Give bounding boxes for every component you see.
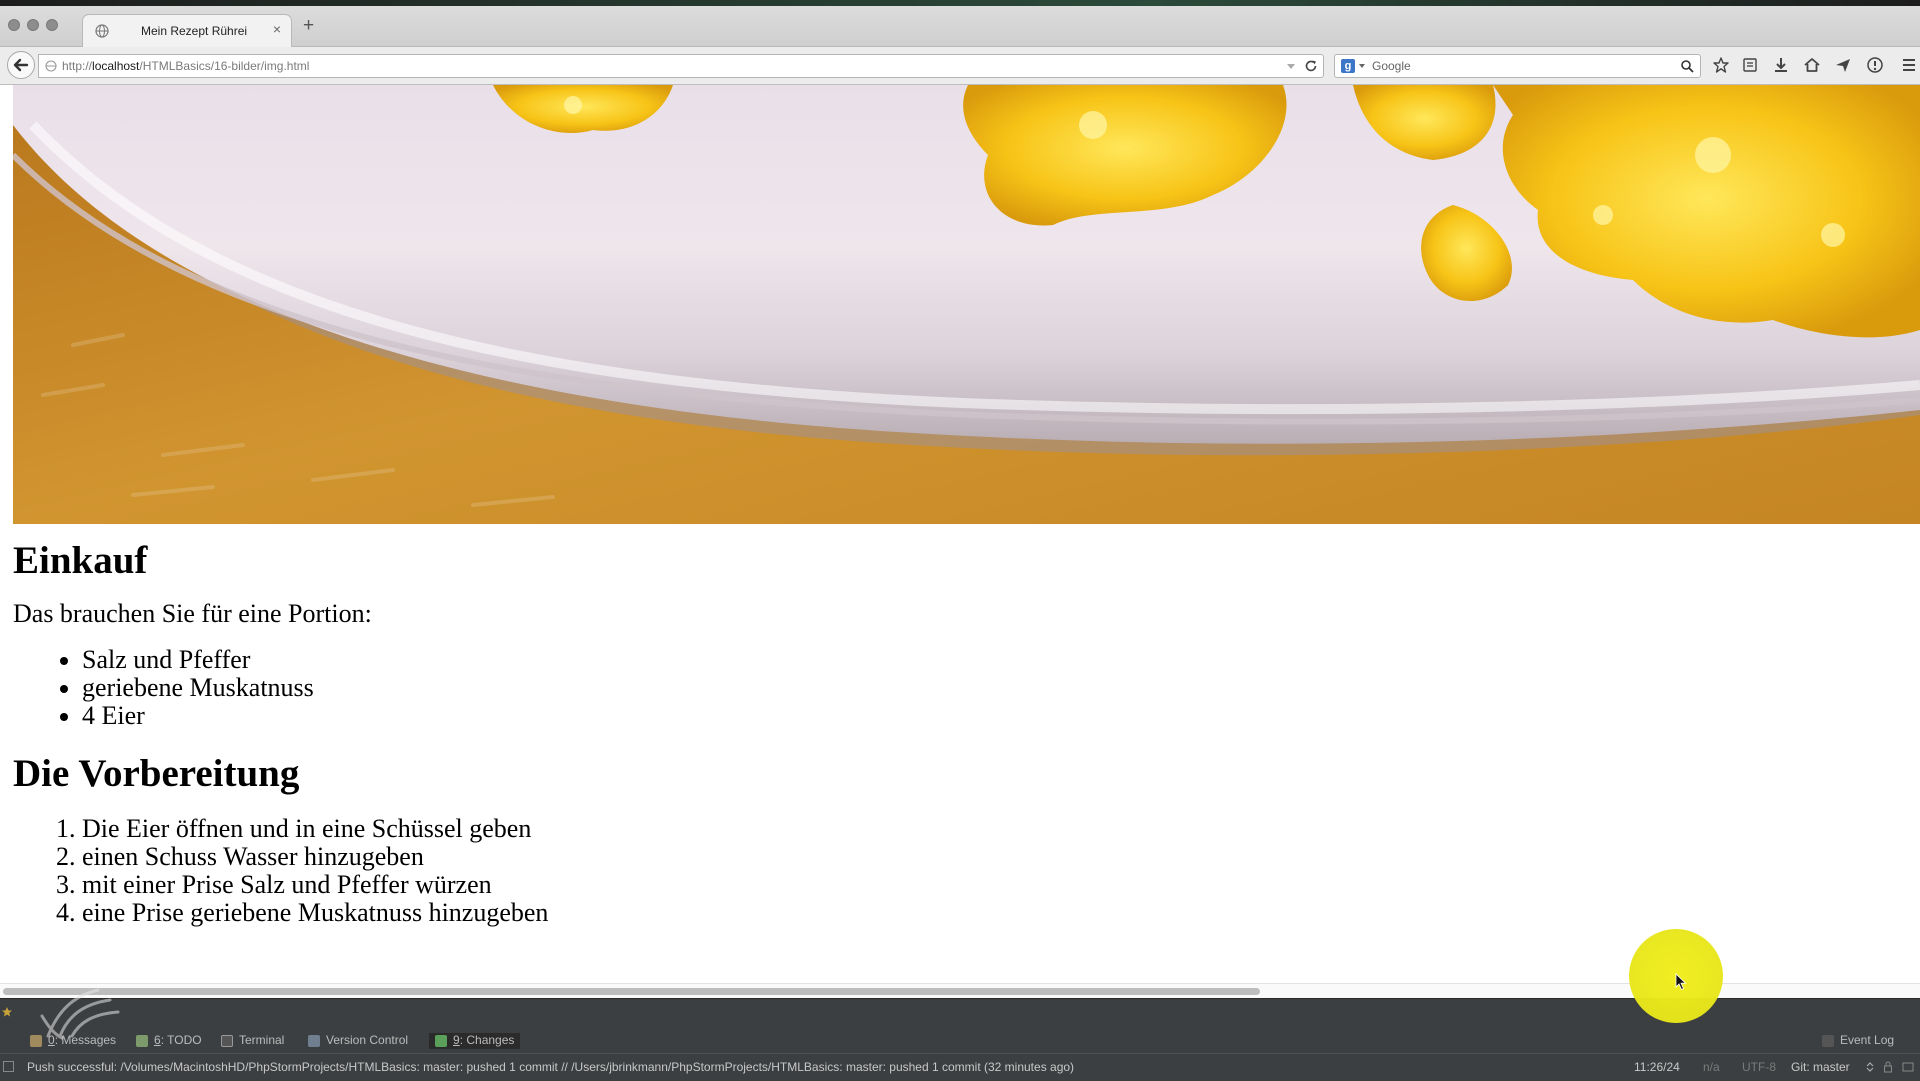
download-icon[interactable] xyxy=(1772,56,1790,74)
chevron-updown-icon[interactable] xyxy=(1865,1062,1875,1072)
tab-active[interactable]: Mein Rezept Rührei × xyxy=(82,14,292,48)
back-button[interactable] xyxy=(7,51,35,79)
window-minimize-button[interactable] xyxy=(27,19,39,31)
list-item: geriebene Muskatnuss xyxy=(82,674,682,702)
ide-tool-tabs: 0: Messages 6: TODO Terminal Version Con… xyxy=(0,1031,1920,1051)
list-item: mit einer Prise Salz und Pfeffer würzen xyxy=(82,871,982,899)
tab-title: Mein Rezept Rührei xyxy=(141,24,248,38)
favorites-star-icon[interactable] xyxy=(1,1006,13,1018)
intro-text: Das brauchen Sie für eine Portion: xyxy=(13,599,372,628)
info-icon[interactable] xyxy=(1866,56,1884,74)
line-separator[interactable]: n/a xyxy=(1703,1060,1720,1074)
history-dropdown-icon[interactable] xyxy=(1285,60,1297,72)
git-branch[interactable]: Git: master xyxy=(1791,1060,1850,1074)
status-message[interactable]: Push successful: /Volumes/MacintoshHD/Ph… xyxy=(27,1060,1074,1074)
browser-nav-bar: http://localhost/HTMLBasics/16-bilder/im… xyxy=(0,47,1920,85)
url-bar[interactable]: http://localhost/HTMLBasics/16-bilder/im… xyxy=(38,54,1324,78)
watermark-logo xyxy=(40,988,120,1040)
back-arrow-icon xyxy=(13,58,29,72)
ide-bottom-panel: 0: Messages 6: TODO Terminal Version Con… xyxy=(0,998,1920,1081)
lock-icon[interactable] xyxy=(1883,1061,1893,1073)
event-log-icon xyxy=(1822,1035,1834,1047)
new-tab-button[interactable]: + xyxy=(303,16,314,36)
close-tab-icon[interactable]: × xyxy=(273,21,281,37)
window-close-button[interactable] xyxy=(8,19,20,31)
menu-icon[interactable] xyxy=(1901,56,1915,74)
reload-icon[interactable] xyxy=(1304,59,1318,73)
scrambled-eggs-plate-image xyxy=(13,85,1920,524)
changes-icon xyxy=(435,1035,447,1047)
mouse-pointer-icon xyxy=(1675,973,1687,991)
url-text: http://localhost/HTMLBasics/16-bilder/im… xyxy=(62,59,310,73)
todo-icon xyxy=(136,1035,148,1047)
tab-todo[interactable]: 6: TODO xyxy=(136,1033,202,1049)
cursor-position[interactable]: 11:26/24 xyxy=(1634,1060,1680,1074)
bookmark-star-icon[interactable] xyxy=(1712,56,1730,74)
search-bar[interactable]: g Google xyxy=(1334,54,1701,78)
version-control-icon xyxy=(308,1035,320,1047)
search-input[interactable]: Google xyxy=(1372,59,1411,73)
heading-shopping: Einkauf xyxy=(13,539,148,582)
tab-version-control[interactable]: Version Control xyxy=(308,1033,408,1049)
list-item: Salz und Pfeffer xyxy=(82,646,682,674)
chevron-down-icon[interactable] xyxy=(1359,64,1365,68)
steps-list: Die Eier öffnen und in eine Schüssel geb… xyxy=(13,815,982,927)
ingredients-list: Salz und Pfeffer geriebene Muskatnuss 4 … xyxy=(13,646,682,730)
browser-tab-bar: Mein Rezept Rührei × + xyxy=(0,6,1920,48)
ide-tool-window-strip xyxy=(0,998,1920,1031)
tab-event-log[interactable]: Event Log xyxy=(1822,1033,1894,1049)
list-item: eine Prise geriebene Muskatnuss hinzugeb… xyxy=(82,899,982,927)
heading-prep: Die Vorbereitung xyxy=(13,752,300,795)
globe-icon xyxy=(95,24,109,38)
window-zoom-button[interactable] xyxy=(46,19,58,31)
list-item: Die Eier öffnen und in eine Schüssel geb… xyxy=(82,815,982,843)
ide-status-bar: Push successful: /Volumes/MacintoshHD/Ph… xyxy=(0,1053,1920,1081)
list-item: 4 Eier xyxy=(82,702,682,730)
globe-icon xyxy=(45,60,57,72)
list-item: einen Schuss Wasser hinzugeben xyxy=(82,843,982,871)
send-icon[interactable] xyxy=(1834,56,1852,74)
tab-changes[interactable]: 9: Changes xyxy=(429,1033,521,1049)
scrollbar-thumb[interactable] xyxy=(3,988,1260,995)
reading-list-icon[interactable] xyxy=(1741,56,1759,74)
memory-indicator-icon[interactable] xyxy=(1902,1061,1914,1073)
page-viewport: Einkauf Das brauchen Sie für eine Portio… xyxy=(0,85,1920,985)
tab-terminal[interactable]: Terminal xyxy=(221,1033,284,1049)
file-encoding[interactable]: UTF-8 xyxy=(1742,1060,1776,1074)
recipe-photo xyxy=(13,85,1920,524)
search-icon[interactable] xyxy=(1680,59,1694,73)
home-icon[interactable] xyxy=(1803,56,1821,74)
terminal-icon xyxy=(221,1035,233,1047)
search-engine-icon[interactable]: g xyxy=(1341,59,1355,73)
panel-toggle-icon[interactable] xyxy=(3,1061,14,1072)
